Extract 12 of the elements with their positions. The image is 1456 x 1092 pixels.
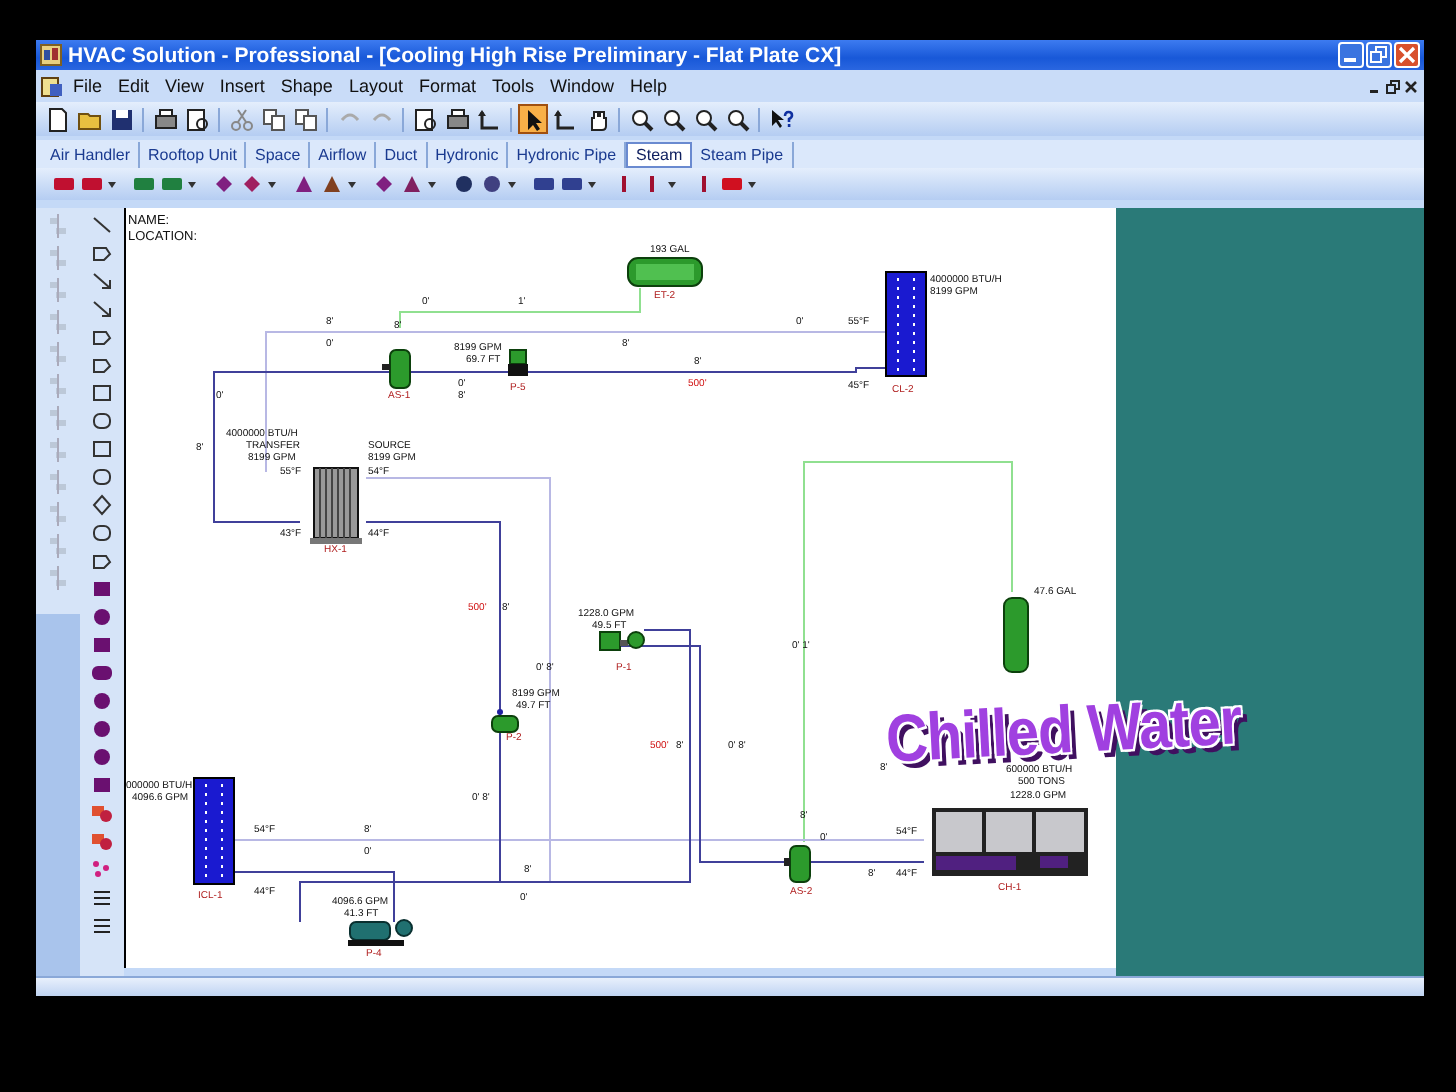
menu-item[interactable]: View: [158, 76, 211, 96]
menu-item[interactable]: Shape: [273, 76, 340, 96]
menu-item[interactable]: Format: [411, 76, 483, 96]
menu-item[interactable]: Help: [623, 76, 675, 96]
window-title: HVAC Solution - Professional - [Cooling High Rise Preliminary - Flat Plate CX]: [68, 43, 842, 67]
menu-item[interactable]: Tools: [484, 76, 541, 96]
menu-item[interactable]: Insert: [212, 76, 272, 96]
menu-item[interactable]: Edit: [111, 76, 157, 96]
menu-item[interactable]: Window: [543, 76, 622, 96]
menu-item[interactable]: File: [66, 76, 110, 96]
menu-item[interactable]: Layout: [341, 76, 410, 96]
category-tab[interactable]: Steam: [626, 141, 693, 167]
